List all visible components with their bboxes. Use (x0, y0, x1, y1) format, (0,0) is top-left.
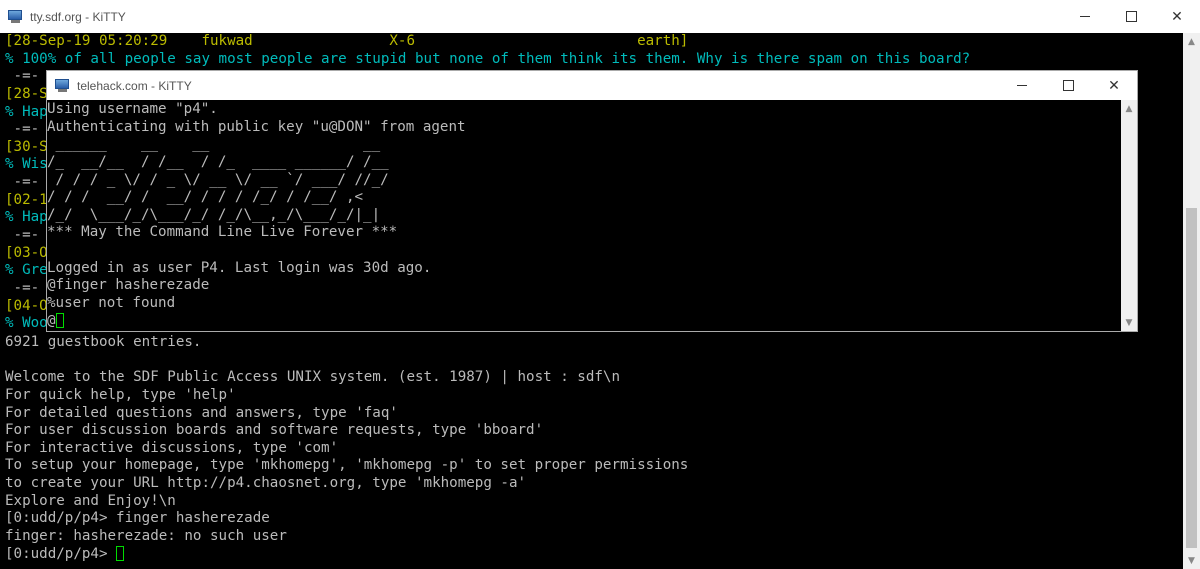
terminal-line: finger: hasherezade: no such user (5, 528, 287, 545)
front-window-title: telehack.com - KiTTY (77, 78, 192, 93)
front-terminal-lines: Using username "p4". Authenticating with … (47, 101, 466, 330)
back-terminal-bottom-lines: 6921 guestbook entries. Welcome to the SD… (5, 334, 688, 563)
maximize-icon[interactable] (1045, 71, 1091, 100)
front-terminal-screen[interactable]: Using username "p4". Authenticating with … (47, 100, 1121, 331)
terminal-line: / / / _ \/ / _ \/ __ \/ __ `/ ___/ //_/ (47, 171, 389, 188)
front-window-titlebar[interactable]: telehack.com - KiTTY ✕ (47, 71, 1137, 100)
terminal-line: /_ __/__ / /__ / /_ ____ ______/ /__ (47, 153, 389, 170)
terminal-line: Using username "p4". (47, 101, 218, 117)
terminal-prompt: [0:udd/p/p4> (5, 545, 117, 562)
terminal-line: @finger hasherezade (47, 277, 210, 294)
scroll-up-icon[interactable]: ▲ (1183, 33, 1200, 50)
terminal-line: To setup your homepage, type 'mkhomepg',… (5, 457, 689, 474)
terminal-line: to create your URL http://p4.chaosnet.or… (5, 475, 527, 492)
terminal-line: /_/ \___/_/\___/_/ /_/\__,_/\___/_/|_| (47, 206, 381, 223)
terminal-line: [28-Sep-19 05:20:29 fukwad X-6 earth] (5, 33, 689, 49)
terminal-line: ______ __ __ __ (47, 136, 381, 153)
minimize-icon[interactable] (999, 71, 1045, 100)
terminal-cursor (55, 312, 64, 328)
terminal-line: *** May the Command Line Live Forever **… (47, 224, 398, 241)
terminal-prompt-line[interactable]: @ (47, 312, 466, 331)
terminal-prompt: @ (47, 312, 56, 329)
terminal-line: Explore and Enjoy!\n (5, 492, 176, 509)
terminal-cursor (116, 545, 125, 561)
terminal-line: For quick help, type 'help' (5, 386, 236, 403)
terminal-line: %user not found (47, 295, 176, 312)
back-window-titlebar[interactable]: tty.sdf.org - KiTTY ✕ (0, 0, 1200, 33)
scroll-down-icon[interactable]: ▼ (1183, 552, 1200, 569)
front-window-scrollbar[interactable]: ▲ ▼ (1121, 100, 1137, 331)
terminal-line: 6921 guestbook entries. (5, 334, 202, 350)
maximize-icon[interactable] (1108, 0, 1154, 33)
terminal-line: / / / __/ / __/ / / / /_/ / /__/ ,< (47, 189, 364, 206)
back-window-title: tty.sdf.org - KiTTY (30, 9, 126, 24)
kitty-terminal-icon (55, 78, 71, 93)
front-terminal-window[interactable]: telehack.com - KiTTY ✕ Using username "p… (46, 70, 1138, 332)
scroll-down-icon[interactable]: ▼ (1121, 314, 1137, 331)
back-window-scrollbar[interactable]: ▲ ▼ (1183, 33, 1200, 569)
terminal-line: For user discussion boards and software … (5, 422, 544, 439)
close-icon[interactable]: ✕ (1154, 0, 1200, 33)
scroll-up-icon[interactable]: ▲ (1121, 100, 1137, 117)
terminal-line: For detailed questions and answers, type… (5, 404, 398, 421)
terminal-line: Logged in as user P4. Last login was 30d… (47, 259, 432, 276)
terminal-line: % 100% of all people say most people are… (5, 50, 971, 67)
terminal-prompt-line[interactable]: [0:udd/p/p4> (5, 545, 688, 564)
terminal-line: Authenticating with public key "u@DON" f… (47, 118, 466, 135)
terminal-line: For interactive discussions, type 'com' (5, 439, 339, 456)
kitty-terminal-icon (8, 9, 24, 24)
minimize-icon[interactable] (1062, 0, 1108, 33)
close-icon[interactable]: ✕ (1091, 71, 1137, 100)
terminal-line: Welcome to the SDF Public Access UNIX sy… (5, 369, 620, 386)
terminal-line: [0:udd/p/p4> finger hasherezade (5, 510, 270, 527)
scrollbar-thumb[interactable] (1186, 208, 1197, 548)
